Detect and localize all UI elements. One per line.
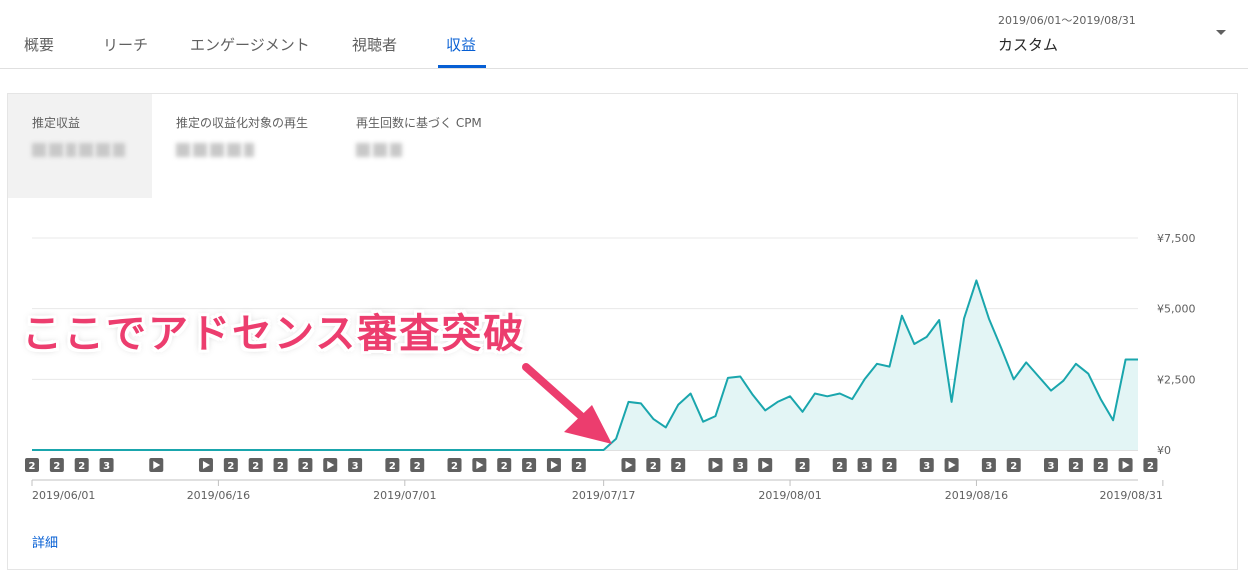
tab-overview[interactable]: 概要 (24, 34, 54, 55)
video-marker-count: 3 (103, 461, 110, 472)
date-mode-select[interactable]: カスタム (998, 34, 1058, 55)
video-marker-count: 2 (1010, 461, 1017, 472)
video-marker-count: 3 (923, 461, 930, 472)
video-marker-count: 2 (277, 461, 284, 472)
x-tick-label: 2019/08/16 (945, 489, 1008, 502)
tab-audience[interactable]: 視聴者 (352, 34, 397, 55)
video-marker-count: 2 (302, 461, 309, 472)
tab-engagement[interactable]: エンゲージメント (190, 34, 310, 55)
x-tick-label: 2019/08/01 (758, 489, 821, 502)
video-marker-count: 2 (389, 461, 396, 472)
y-tick-label: ¥5,000 (1157, 303, 1196, 316)
video-marker-count: 2 (675, 461, 682, 472)
video-marker-count: 3 (985, 461, 992, 472)
video-marker-count: 3 (737, 461, 744, 472)
annotation-text: ここでアドセンス審査突破 (22, 311, 526, 357)
date-range-text[interactable]: 2019/06/01〜2019/08/31 (998, 12, 1136, 28)
tab-revenue[interactable]: 収益 (446, 34, 476, 55)
video-marker-count: 2 (575, 461, 582, 472)
video-marker-count: 2 (1072, 461, 1079, 472)
y-tick-label: ¥7,500 (1157, 232, 1196, 245)
analytics-tabs: 概要 リーチ エンゲージメント 視聴者 収益 2019/06/01〜2019/0… (0, 0, 1248, 69)
video-marker-count: 2 (1147, 461, 1154, 472)
video-marker-count: 2 (526, 461, 533, 472)
x-tick-label: 2019/06/16 (187, 489, 250, 502)
video-marker-count: 2 (78, 461, 85, 472)
video-marker-count: 3 (1048, 461, 1055, 472)
video-marker-count: 2 (252, 461, 259, 472)
details-link[interactable]: 詳細 (32, 532, 58, 551)
y-tick-label: ¥0 (1157, 444, 1171, 457)
active-tab-indicator (438, 65, 486, 68)
video-marker-count: 2 (501, 461, 508, 472)
video-marker-count: 2 (227, 461, 234, 472)
video-marker-count: 2 (650, 461, 657, 472)
video-marker-count: 2 (451, 461, 458, 472)
y-tick-label: ¥2,500 (1157, 373, 1196, 386)
video-marker-count: 3 (352, 461, 359, 472)
video-marker-count: 2 (53, 461, 60, 472)
x-tick-label: 2019/08/31 (1099, 489, 1162, 502)
video-marker-count: 3 (861, 461, 868, 472)
video-marker-count: 2 (799, 461, 806, 472)
video-marker-count: 2 (29, 461, 36, 472)
x-tick-label: 2019/07/17 (572, 489, 635, 502)
chevron-down-icon[interactable] (1216, 30, 1226, 35)
video-marker-count: 2 (1097, 461, 1104, 472)
video-marker-count: 2 (886, 461, 893, 472)
video-marker-count: 2 (414, 461, 421, 472)
x-tick-label: 2019/07/01 (373, 489, 436, 502)
tab-reach[interactable]: リーチ (103, 34, 148, 55)
video-marker-count: 2 (836, 461, 843, 472)
x-tick-label: 2019/06/01 (32, 489, 95, 502)
